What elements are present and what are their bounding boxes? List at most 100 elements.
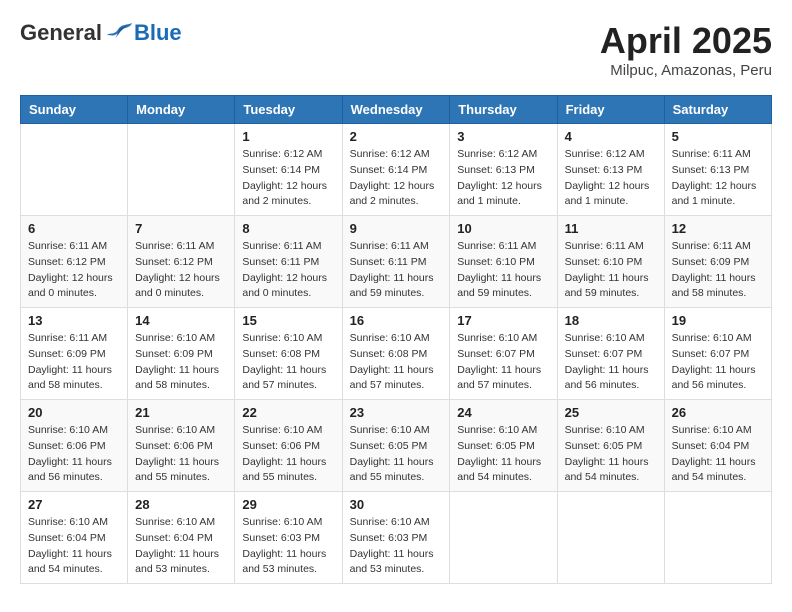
calendar-week-row: 1 Sunrise: 6:12 AM Sunset: 6:14 PM Daylig…	[21, 124, 772, 216]
calendar-cell: 23 Sunrise: 6:10 AM Sunset: 6:05 PM Dayli…	[342, 400, 450, 492]
calendar-cell: 17Sunrise: 6:10 AM Sunset: 6:07 PM Dayli…	[450, 308, 557, 400]
calendar-cell: 26 Sunrise: 6:10 AM Sunset: 6:04 PM Dayli…	[664, 400, 771, 492]
calendar-cell: 7 Sunrise: 6:11 AM Sunset: 6:12 PM Daylig…	[128, 216, 235, 308]
day-number: 11	[565, 221, 657, 236]
day-info: Sunrise: 6:11 AM Sunset: 6:09 PM Dayligh…	[28, 331, 120, 394]
day-number: 6	[28, 221, 120, 236]
calendar-cell: 11Sunrise: 6:11 AM Sunset: 6:10 PM Dayli…	[557, 216, 664, 308]
day-info: Sunrise: 6:10 AM Sunset: 6:07 PM Dayligh…	[457, 331, 549, 394]
day-info: Sunrise: 6:10 AM Sunset: 6:06 PM Dayligh…	[242, 423, 334, 486]
calendar-week-row: 13 Sunrise: 6:11 AM Sunset: 6:09 PM Dayli…	[21, 308, 772, 400]
calendar-header-row: SundayMondayTuesdayWednesdayThursdayFrid…	[21, 96, 772, 124]
day-info: Sunrise: 6:10 AM Sunset: 6:07 PM Dayligh…	[565, 331, 657, 394]
day-info: Sunrise: 6:11 AM Sunset: 6:12 PM Dayligh…	[135, 239, 227, 302]
day-info: Sunrise: 6:10 AM Sunset: 6:03 PM Dayligh…	[350, 515, 443, 578]
day-number: 10	[457, 221, 549, 236]
calendar-cell: 13 Sunrise: 6:11 AM Sunset: 6:09 PM Dayli…	[21, 308, 128, 400]
weekday-header: Friday	[557, 96, 664, 124]
calendar-cell	[557, 492, 664, 584]
day-info: Sunrise: 6:12 AM Sunset: 6:13 PM Dayligh…	[457, 147, 549, 210]
title-area: April 2025 Milpuc, Amazonas, Peru	[600, 20, 772, 79]
day-info: Sunrise: 6:10 AM Sunset: 6:05 PM Dayligh…	[565, 423, 657, 486]
day-info: Sunrise: 6:10 AM Sunset: 6:08 PM Dayligh…	[350, 331, 443, 394]
calendar-cell	[664, 492, 771, 584]
weekday-header: Sunday	[21, 96, 128, 124]
calendar-cell: 4Sunrise: 6:12 AM Sunset: 6:13 PM Daylig…	[557, 124, 664, 216]
calendar-cell: 16 Sunrise: 6:10 AM Sunset: 6:08 PM Dayli…	[342, 308, 450, 400]
day-number: 16	[350, 313, 443, 328]
day-number: 12	[672, 221, 764, 236]
calendar-cell: 27 Sunrise: 6:10 AM Sunset: 6:04 PM Dayli…	[21, 492, 128, 584]
day-info: Sunrise: 6:12 AM Sunset: 6:14 PM Dayligh…	[350, 147, 443, 210]
day-info: Sunrise: 6:10 AM Sunset: 6:06 PM Dayligh…	[135, 423, 227, 486]
calendar-week-row: 6 Sunrise: 6:11 AM Sunset: 6:12 PM Daylig…	[21, 216, 772, 308]
day-info: Sunrise: 6:10 AM Sunset: 6:05 PM Dayligh…	[350, 423, 443, 486]
page-header: General Blue April 2025 Milpuc, Amazonas…	[20, 20, 772, 79]
day-number: 28	[135, 497, 227, 512]
day-info: Sunrise: 6:10 AM Sunset: 6:03 PM Dayligh…	[242, 515, 334, 578]
day-info: Sunrise: 6:10 AM Sunset: 6:06 PM Dayligh…	[28, 423, 120, 486]
day-number: 7	[135, 221, 227, 236]
day-number: 20	[28, 405, 120, 420]
logo-general-text: General	[20, 20, 102, 46]
weekday-header: Wednesday	[342, 96, 450, 124]
calendar-cell: 2 Sunrise: 6:12 AM Sunset: 6:14 PM Daylig…	[342, 124, 450, 216]
calendar-week-row: 20 Sunrise: 6:10 AM Sunset: 6:06 PM Dayli…	[21, 400, 772, 492]
calendar-cell: 14 Sunrise: 6:10 AM Sunset: 6:09 PM Dayli…	[128, 308, 235, 400]
month-title: April 2025	[600, 20, 772, 62]
day-number: 30	[350, 497, 443, 512]
calendar-cell	[21, 124, 128, 216]
calendar-cell: 22 Sunrise: 6:10 AM Sunset: 6:06 PM Dayli…	[235, 400, 342, 492]
logo: General Blue	[20, 20, 182, 46]
day-info: Sunrise: 6:11 AM Sunset: 6:10 PM Dayligh…	[457, 239, 549, 302]
day-number: 2	[350, 129, 443, 144]
day-number: 27	[28, 497, 120, 512]
day-info: Sunrise: 6:10 AM Sunset: 6:05 PM Dayligh…	[457, 423, 549, 486]
day-info: Sunrise: 6:12 AM Sunset: 6:13 PM Dayligh…	[565, 147, 657, 210]
day-number: 9	[350, 221, 443, 236]
calendar-table: SundayMondayTuesdayWednesdayThursdayFrid…	[20, 95, 772, 584]
day-number: 22	[242, 405, 334, 420]
calendar-cell: 29 Sunrise: 6:10 AM Sunset: 6:03 PM Dayli…	[235, 492, 342, 584]
day-number: 24	[457, 405, 549, 420]
calendar-cell: 20 Sunrise: 6:10 AM Sunset: 6:06 PM Dayli…	[21, 400, 128, 492]
logo-blue-text: Blue	[134, 20, 182, 46]
day-number: 21	[135, 405, 227, 420]
calendar-cell: 9 Sunrise: 6:11 AM Sunset: 6:11 PM Daylig…	[342, 216, 450, 308]
weekday-header: Monday	[128, 96, 235, 124]
day-number: 25	[565, 405, 657, 420]
day-info: Sunrise: 6:11 AM Sunset: 6:11 PM Dayligh…	[350, 239, 443, 302]
calendar-cell: 10 Sunrise: 6:11 AM Sunset: 6:10 PM Dayli…	[450, 216, 557, 308]
day-number: 18	[565, 313, 657, 328]
calendar-cell: 1 Sunrise: 6:12 AM Sunset: 6:14 PM Daylig…	[235, 124, 342, 216]
calendar-cell: 12 Sunrise: 6:11 AM Sunset: 6:09 PM Dayli…	[664, 216, 771, 308]
day-number: 23	[350, 405, 443, 420]
day-info: Sunrise: 6:10 AM Sunset: 6:04 PM Dayligh…	[135, 515, 227, 578]
day-info: Sunrise: 6:10 AM Sunset: 6:04 PM Dayligh…	[672, 423, 764, 486]
calendar-cell: 25 Sunrise: 6:10 AM Sunset: 6:05 PM Dayli…	[557, 400, 664, 492]
calendar-cell: 18 Sunrise: 6:10 AM Sunset: 6:07 PM Dayli…	[557, 308, 664, 400]
day-number: 8	[242, 221, 334, 236]
day-info: Sunrise: 6:12 AM Sunset: 6:14 PM Dayligh…	[242, 147, 334, 210]
weekday-header: Saturday	[664, 96, 771, 124]
day-info: Sunrise: 6:11 AM Sunset: 6:12 PM Dayligh…	[28, 239, 120, 302]
day-info: Sunrise: 6:10 AM Sunset: 6:04 PM Dayligh…	[28, 515, 120, 578]
calendar-cell	[450, 492, 557, 584]
calendar-cell: 15Sunrise: 6:10 AM Sunset: 6:08 PM Dayli…	[235, 308, 342, 400]
day-number: 15	[242, 313, 334, 328]
day-info: Sunrise: 6:10 AM Sunset: 6:09 PM Dayligh…	[135, 331, 227, 394]
day-number: 14	[135, 313, 227, 328]
calendar-cell: 21 Sunrise: 6:10 AM Sunset: 6:06 PM Dayli…	[128, 400, 235, 492]
day-number: 26	[672, 405, 764, 420]
day-info: Sunrise: 6:11 AM Sunset: 6:13 PM Dayligh…	[672, 147, 764, 210]
calendar-cell: 28 Sunrise: 6:10 AM Sunset: 6:04 PM Dayli…	[128, 492, 235, 584]
weekday-header: Thursday	[450, 96, 557, 124]
calendar-cell: 6 Sunrise: 6:11 AM Sunset: 6:12 PM Daylig…	[21, 216, 128, 308]
day-number: 1	[242, 129, 334, 144]
day-number: 13	[28, 313, 120, 328]
day-info: Sunrise: 6:11 AM Sunset: 6:11 PM Dayligh…	[242, 239, 334, 302]
day-number: 3	[457, 129, 549, 144]
day-info: Sunrise: 6:11 AM Sunset: 6:09 PM Dayligh…	[672, 239, 764, 302]
calendar-cell: 19Sunrise: 6:10 AM Sunset: 6:07 PM Dayli…	[664, 308, 771, 400]
day-number: 29	[242, 497, 334, 512]
